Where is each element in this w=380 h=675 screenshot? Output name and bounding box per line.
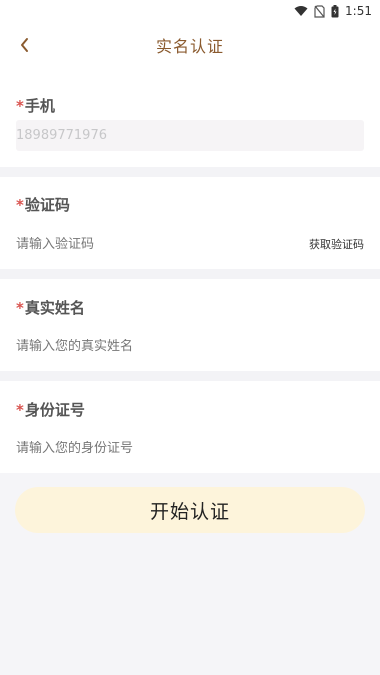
- real-name-input[interactable]: [16, 338, 364, 354]
- code-label: *验证码: [0, 177, 380, 219]
- get-code-button[interactable]: 获取验证码: [309, 236, 364, 252]
- phone-field: 18989771976: [16, 120, 364, 151]
- name-label: *真实姓名: [0, 279, 380, 321]
- name-row: [0, 321, 380, 371]
- wifi-icon: [294, 5, 308, 17]
- back-button[interactable]: [10, 22, 40, 68]
- phone-row: 18989771976: [0, 120, 380, 167]
- required-mark: *: [16, 401, 24, 419]
- name-section: *真实姓名: [0, 279, 380, 371]
- id-row: [0, 423, 380, 473]
- phone-label: *手机: [0, 68, 380, 120]
- section-divider: [0, 371, 380, 381]
- nav-bar: 实名认证: [0, 22, 380, 68]
- id-label-text: 身份证号: [24, 401, 85, 419]
- code-input[interactable]: [16, 236, 309, 252]
- battery-icon: [331, 4, 339, 18]
- section-divider: [0, 167, 380, 177]
- chevron-left-icon: [21, 38, 28, 52]
- code-label-text: 验证码: [24, 196, 70, 214]
- status-time: 1:51: [345, 4, 372, 18]
- required-mark: *: [16, 97, 24, 115]
- required-mark: *: [16, 299, 24, 317]
- code-section: *验证码 获取验证码: [0, 177, 380, 269]
- id-label: *身份证号: [0, 381, 380, 423]
- page-title: 实名认证: [155, 37, 224, 56]
- no-sim-icon: [314, 4, 325, 18]
- id-number-input[interactable]: [16, 440, 364, 456]
- id-section: *身份证号: [0, 381, 380, 473]
- phone-value: 18989771976: [16, 128, 107, 143]
- code-row: 获取验证码: [0, 219, 380, 269]
- section-divider: [0, 269, 380, 279]
- required-mark: *: [16, 196, 24, 214]
- phone-section: *手机 18989771976: [0, 68, 380, 167]
- status-bar: 1:51: [0, 0, 380, 22]
- start-verification-button[interactable]: 开始认证: [15, 487, 365, 533]
- name-label-text: 真实姓名: [24, 299, 85, 317]
- submit-area: 开始认证: [0, 473, 380, 533]
- page: 1:51 实名认证 *手机 18989771976 *验证码 获取验证码: [0, 0, 380, 675]
- phone-label-text: 手机: [24, 97, 55, 115]
